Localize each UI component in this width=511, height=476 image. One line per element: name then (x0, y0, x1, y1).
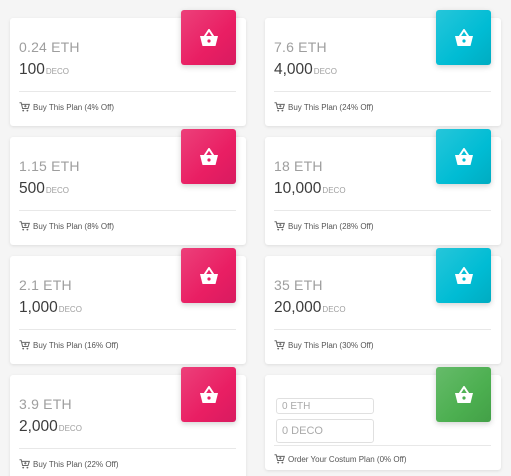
add-to-cart-icon (274, 454, 285, 464)
deco-amount: 100DECO (19, 61, 69, 79)
buy-plan-label: Buy This Plan (28% Off) (288, 221, 374, 231)
buy-plan-label: Buy This Plan (30% Off) (288, 340, 374, 350)
divider (274, 329, 491, 330)
shopping-basket-icon (436, 129, 491, 184)
deco-unit: DECO (322, 305, 346, 314)
divider (19, 91, 236, 92)
buy-plan-button[interactable]: Buy This Plan (24% Off) (274, 102, 374, 112)
plan-card: 0.24 ETH 100DECO Buy This Plan (4% Off) (10, 10, 246, 126)
add-to-cart-icon (274, 340, 285, 350)
deco-unit: DECO (58, 424, 82, 433)
deco-unit: DECO (45, 186, 69, 195)
plan-card: 7.6 ETH 4,000DECO Buy This Plan (24% Off… (265, 10, 501, 126)
plan-card: 2.1 ETH 1,000DECO Buy This Plan (16% Off… (10, 248, 246, 364)
divider (19, 210, 236, 211)
eth-price: 7.6 ETH (274, 39, 327, 55)
buy-plan-label: Buy This Plan (8% Off) (33, 221, 115, 231)
custom-plan-card: Order Your Costum Plan (0% Off) (265, 367, 501, 470)
deco-unit: DECO (58, 305, 82, 314)
buy-plan-button[interactable]: Buy This Plan (28% Off) (274, 221, 374, 231)
deco-unit: DECO (313, 67, 337, 76)
divider (274, 210, 491, 211)
plan-card: 3.9 ETH 2,000DECO Buy This Plan (22% Off… (10, 367, 246, 476)
shopping-basket-icon (181, 10, 236, 65)
divider (274, 91, 491, 92)
shopping-basket-icon (436, 10, 491, 65)
divider (19, 329, 236, 330)
buy-plan-button[interactable]: Buy This Plan (4% Off) (19, 102, 114, 112)
eth-price: 3.9 ETH (19, 396, 72, 412)
deco-value: 20,000 (274, 299, 322, 316)
order-custom-plan-button[interactable]: Order Your Costum Plan (0% Off) (274, 454, 407, 464)
shopping-basket-icon (436, 367, 491, 422)
add-to-cart-icon (19, 221, 30, 231)
deco-amount: 4,000DECO (274, 61, 337, 79)
deco-value: 100 (19, 61, 45, 78)
divider (274, 445, 491, 446)
deco-value: 1,000 (19, 299, 58, 316)
add-to-cart-icon (19, 102, 30, 112)
add-to-cart-icon (274, 221, 285, 231)
deco-amount: 500DECO (19, 180, 69, 198)
buy-plan-button[interactable]: Buy This Plan (30% Off) (274, 340, 374, 350)
order-custom-plan-label: Order Your Costum Plan (0% Off) (288, 454, 407, 464)
shopping-basket-icon (181, 129, 236, 184)
deco-value: 2,000 (19, 418, 58, 435)
deco-amount: 10,000DECO (274, 180, 346, 198)
deco-amount: 1,000DECO (19, 299, 82, 317)
deco-value: 10,000 (274, 180, 322, 197)
deco-amount: 20,000DECO (274, 299, 346, 317)
buy-plan-label: Buy This Plan (4% Off) (33, 102, 115, 112)
buy-plan-button[interactable]: Buy This Plan (16% Off) (19, 340, 119, 350)
deco-value: 500 (19, 180, 45, 197)
plan-card: 18 ETH 10,000DECO Buy This Plan (28% Off… (265, 129, 501, 245)
shopping-basket-icon (181, 367, 236, 422)
deco-unit: DECO (45, 67, 69, 76)
add-to-cart-icon (19, 340, 30, 350)
deco-value: 4,000 (274, 61, 313, 78)
buy-plan-button[interactable]: Buy This Plan (22% Off) (19, 459, 119, 469)
custom-eth-input[interactable] (276, 398, 374, 414)
buy-plan-label: Buy This Plan (24% Off) (288, 102, 374, 112)
custom-deco-input[interactable] (276, 419, 374, 443)
eth-price: 18 ETH (274, 158, 323, 174)
buy-plan-button[interactable]: Buy This Plan (8% Off) (19, 221, 114, 231)
buy-plan-label: Buy This Plan (16% Off) (33, 340, 119, 350)
eth-price: 0.24 ETH (19, 39, 80, 55)
eth-price: 1.15 ETH (19, 158, 80, 174)
add-to-cart-icon (274, 102, 285, 112)
buy-plan-label: Buy This Plan (22% Off) (33, 459, 119, 469)
eth-price: 2.1 ETH (19, 277, 72, 293)
shopping-basket-icon (181, 248, 236, 303)
divider (19, 448, 236, 449)
deco-unit: DECO (322, 186, 346, 195)
plan-card: 35 ETH 20,000DECO Buy This Plan (30% Off… (265, 248, 501, 364)
shopping-basket-icon (436, 248, 491, 303)
add-to-cart-icon (19, 459, 30, 469)
deco-amount: 2,000DECO (19, 418, 82, 436)
eth-price: 35 ETH (274, 277, 323, 293)
plan-card: 1.15 ETH 500DECO Buy This Plan (8% Off) (10, 129, 246, 245)
